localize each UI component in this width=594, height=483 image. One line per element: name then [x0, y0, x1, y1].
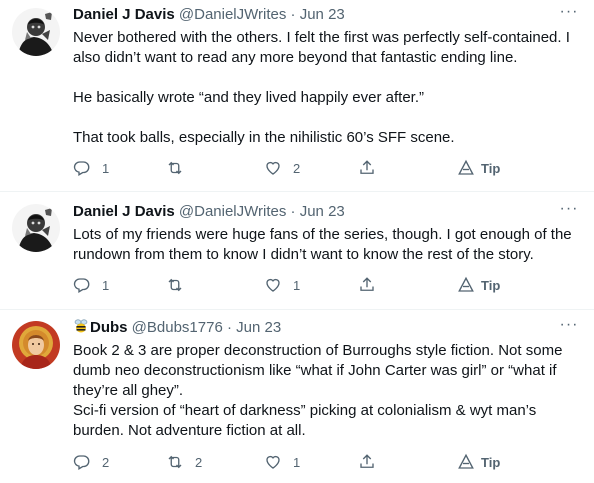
share-button[interactable]: [358, 452, 376, 472]
tip-icon: [458, 276, 474, 292]
tip-label: Tip: [481, 277, 501, 293]
avatar-image: [12, 321, 60, 369]
reply-icon: [73, 161, 90, 176]
more-options-icon[interactable]: ···: [558, 317, 580, 338]
display-name[interactable]: Daniel J Davis: [73, 6, 175, 23]
like-count: 1: [293, 454, 301, 470]
tip-label: Tip: [481, 454, 501, 470]
reply-count: 1: [102, 277, 110, 293]
reply-button[interactable]: 2: [73, 452, 109, 472]
tweet-actions: 1 1 Tip: [73, 275, 573, 295]
like-button[interactable]: 1: [264, 275, 300, 295]
avatar[interactable]: [12, 204, 60, 252]
tweet-date[interactable]: Jun 23: [300, 6, 345, 23]
avatar-image: [12, 8, 60, 56]
tweet-paragraph: Book 2 & 3 are proper deconstruction of …: [73, 342, 563, 399]
retweet-icon: [168, 161, 182, 175]
display-name[interactable]: Dubs: [90, 319, 128, 336]
tweet-paragraph: Lots of my friends were huge fans of the…: [73, 226, 572, 263]
tweet-date[interactable]: Jun 23: [300, 203, 345, 220]
avatar-image: [12, 204, 60, 252]
tweet-header: Daniel J Davis @DanielJWrites · Jun 23: [73, 202, 345, 222]
avatar[interactable]: [12, 8, 60, 56]
retweet-count: 2: [195, 454, 203, 470]
tip-button[interactable]: Tip: [457, 275, 500, 295]
retweet-button[interactable]: [166, 158, 195, 178]
display-name[interactable]: Daniel J Davis: [73, 203, 175, 220]
retweet-icon: [168, 455, 182, 469]
retweet-button[interactable]: 2: [166, 452, 202, 472]
user-handle[interactable]: @Bdubs1776: [132, 319, 223, 336]
like-button[interactable]: 2: [264, 158, 300, 178]
user-handle[interactable]: @DanielJWrites: [179, 6, 286, 23]
divider: [0, 191, 594, 192]
tweet-paragraph: He basically wrote “and they lived happi…: [73, 89, 425, 106]
tip-label: Tip: [481, 160, 501, 176]
reply-button[interactable]: 1: [73, 275, 109, 295]
more-options-icon[interactable]: ···: [558, 201, 580, 222]
reply-button[interactable]: 1: [73, 158, 109, 178]
tweet-paragraph: That took balls, especially in the nihil…: [73, 129, 455, 146]
heart-icon: [266, 161, 280, 175]
heart-icon: [266, 278, 280, 292]
retweet-icon: [168, 278, 182, 292]
share-button[interactable]: [358, 158, 376, 178]
tweet-paragraph: Sci-fi version of “heart of darkness” pi…: [73, 402, 537, 439]
tweet-text: Lots of my friends were huge fans of the…: [73, 225, 581, 265]
tweet-date[interactable]: Jun 23: [236, 319, 281, 336]
divider: [0, 309, 594, 310]
reply-icon: [73, 455, 90, 470]
tweet-paragraph: Never bothered with the others. I felt t…: [73, 29, 570, 66]
tweet-actions: 1 2 Tip: [73, 158, 573, 178]
tweet-actions: 2 2 1 Tip: [73, 452, 573, 472]
like-count: 2: [293, 160, 301, 176]
reply-count: 1: [102, 160, 110, 176]
separator-dot: ·: [226, 319, 232, 336]
share-icon: [360, 160, 374, 174]
tip-button[interactable]: Tip: [457, 158, 500, 178]
separator-dot: ·: [290, 203, 296, 220]
tip-button[interactable]: Tip: [457, 452, 500, 472]
avatar[interactable]: [12, 321, 60, 369]
user-handle[interactable]: @DanielJWrites: [179, 203, 286, 220]
tweet-text: Book 2 & 3 are proper deconstruction of …: [73, 341, 581, 441]
tweet-header: Daniel J Davis @DanielJWrites · Jun 23: [73, 5, 345, 25]
tweet-header: Dubs @Bdubs1776 · Jun 23: [73, 318, 281, 338]
reply-count: 2: [102, 454, 110, 470]
heart-icon: [266, 455, 280, 469]
share-icon: [360, 454, 374, 468]
share-button[interactable]: [358, 275, 376, 295]
tip-icon: [458, 453, 474, 469]
more-options-icon[interactable]: ···: [558, 4, 580, 25]
separator-dot: ·: [290, 6, 296, 23]
bee-icon: [73, 318, 89, 340]
tip-icon: [458, 159, 474, 175]
like-button[interactable]: 1: [264, 452, 300, 472]
share-icon: [360, 277, 374, 291]
reply-icon: [73, 278, 90, 293]
tweet-text: Never bothered with the others. I felt t…: [73, 28, 581, 148]
retweet-button[interactable]: [166, 275, 195, 295]
like-count: 1: [293, 277, 301, 293]
